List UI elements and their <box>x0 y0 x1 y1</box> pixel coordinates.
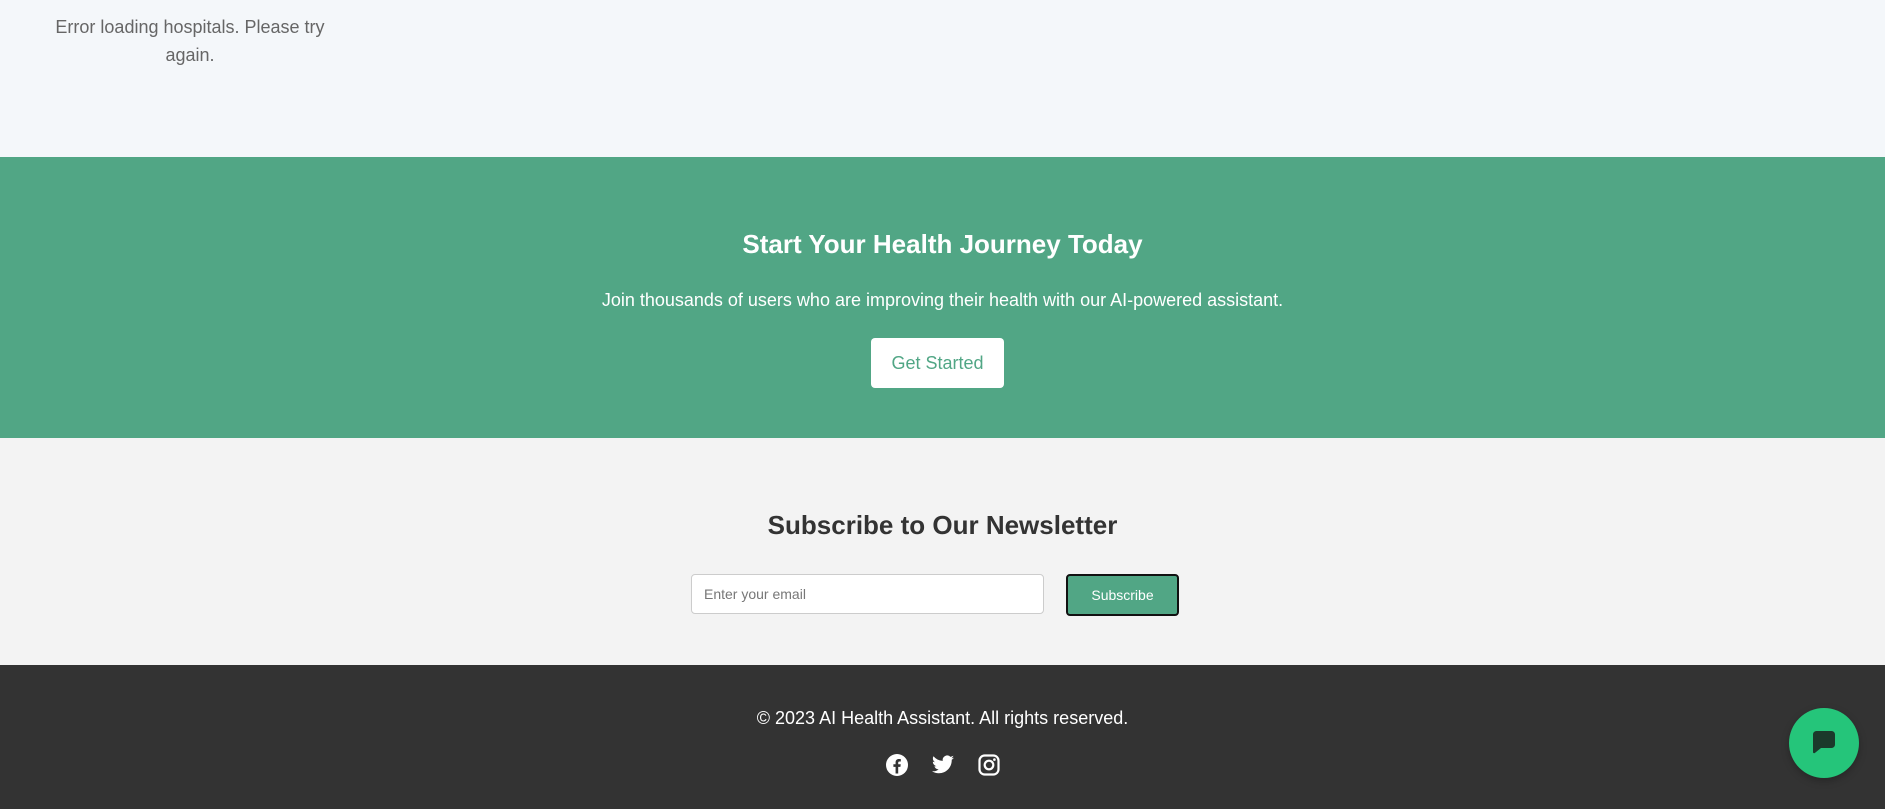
newsletter-section: Subscribe to Our Newsletter Subscribe <box>0 438 1885 665</box>
cta-section: Start Your Health Journey Today Join tho… <box>0 157 1885 438</box>
instagram-icon <box>977 754 1000 776</box>
newsletter-title: Subscribe to Our Newsletter <box>767 510 1118 540</box>
instagram-link[interactable] <box>977 753 1001 777</box>
cta-text: Join thousands of users who are improvin… <box>601 290 1284 310</box>
facebook-icon <box>885 754 908 776</box>
page: Error loading hospitals. Please try agai… <box>0 0 1885 809</box>
get-started-button[interactable]: Get Started <box>871 338 1004 388</box>
email-input[interactable] <box>691 574 1044 614</box>
twitter-icon <box>931 755 954 774</box>
facebook-link[interactable] <box>885 753 909 777</box>
chat-button[interactable] <box>1789 708 1859 778</box>
cta-title: Start Your Health Journey Today <box>742 229 1143 259</box>
copyright-text: © 2023 AI Health Assistant. All rights r… <box>756 708 1129 728</box>
chat-icon <box>1813 731 1835 754</box>
hospitals-error-message: Error loading hospitals. Please try agai… <box>55 17 325 65</box>
social-links <box>0 753 1885 777</box>
footer: © 2023 AI Health Assistant. All rights r… <box>0 665 1885 809</box>
subscribe-button[interactable]: Subscribe <box>1066 574 1179 616</box>
twitter-link[interactable] <box>931 753 955 777</box>
hospitals-section: Error loading hospitals. Please try agai… <box>0 0 1885 157</box>
